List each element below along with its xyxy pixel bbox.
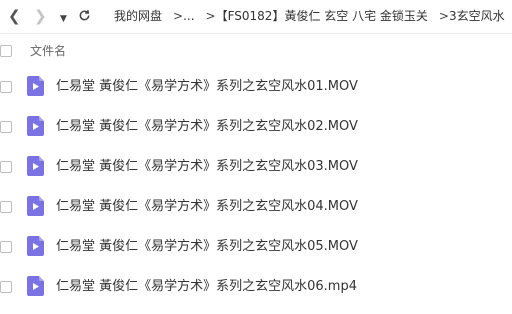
file-name[interactable]: 仁易堂 黃俊仁《易学方术》系列之玄空风水04.MOV bbox=[56, 199, 358, 215]
forward-icon[interactable]: ❯ bbox=[34, 8, 47, 24]
video-file-icon bbox=[27, 236, 44, 256]
file-name[interactable]: 仁易堂 黃俊仁《易学方术》系列之玄空风水05.MOV bbox=[56, 239, 358, 255]
history-dropdown-icon[interactable]: ▼ bbox=[60, 11, 67, 27]
back-icon[interactable]: ❮ bbox=[8, 8, 21, 24]
column-header-filename[interactable]: 文件名 bbox=[30, 43, 66, 59]
breadcrumb-item-current[interactable]: 3玄空风水 bbox=[449, 9, 505, 23]
breadcrumb-separator: > bbox=[438, 9, 449, 23]
file-name[interactable]: 仁易堂 黃俊仁《易学方术》系列之玄空风水02.MOV bbox=[56, 119, 358, 135]
file-checkbox[interactable] bbox=[0, 281, 12, 293]
video-file-icon bbox=[27, 116, 44, 136]
file-row[interactable]: 仁易堂 黃俊仁《易学方术》系列之玄空风水03.MOV bbox=[0, 147, 512, 187]
file-list-header: 文件名 bbox=[0, 38, 512, 64]
file-checkbox[interactable] bbox=[0, 121, 12, 133]
breadcrumb: 我的网盘 >... >【FS0182】黃俊仁 玄空 八宅 金锁玉关 >3玄空风水 bbox=[114, 8, 505, 24]
video-file-icon bbox=[27, 276, 44, 296]
file-checkbox[interactable] bbox=[0, 241, 12, 253]
file-row[interactable]: 仁易堂 黃俊仁《易学方术》系列之玄空风水01.MOV bbox=[0, 67, 512, 107]
toolbar: ❮ ❯ ▼ 我的网盘 >... >【FS0182】黃俊仁 玄空 八宅 金锁玉关 >3玄… bbox=[0, 0, 512, 34]
file-name[interactable]: 仁易堂 黃俊仁《易学方术》系列之玄空风水03.MOV bbox=[56, 159, 358, 175]
file-checkbox[interactable] bbox=[0, 81, 12, 93]
breadcrumb-item-root[interactable]: 我的网盘 bbox=[114, 9, 162, 23]
file-checkbox[interactable] bbox=[0, 161, 12, 173]
breadcrumb-separator: > bbox=[205, 9, 216, 23]
file-row[interactable]: 仁易堂 黃俊仁《易学方术》系列之玄空风水04.MOV bbox=[0, 187, 512, 227]
select-all-checkbox[interactable] bbox=[0, 45, 12, 57]
file-row[interactable]: 仁易堂 黃俊仁《易学方术》系列之玄空风水02.MOV bbox=[0, 107, 512, 147]
video-file-icon bbox=[27, 156, 44, 176]
file-name[interactable]: 仁易堂 黃俊仁《易学方术》系列之玄空风水01.MOV bbox=[56, 79, 358, 95]
breadcrumb-item-ellipsis[interactable]: ... bbox=[183, 9, 194, 23]
file-row[interactable]: 仁易堂 黃俊仁《易学方术》系列之玄空风水06.mp4 bbox=[0, 267, 512, 307]
video-file-icon bbox=[27, 196, 44, 216]
video-file-icon bbox=[27, 76, 44, 96]
breadcrumb-item-parent[interactable]: 【FS0182】黃俊仁 玄空 八宅 金锁玉关 bbox=[216, 9, 428, 23]
file-row[interactable]: 仁易堂 黃俊仁《易学方术》系列之玄空风水05.MOV bbox=[0, 227, 512, 267]
breadcrumb-separator: > bbox=[173, 9, 184, 23]
refresh-icon[interactable] bbox=[78, 9, 91, 22]
file-checkbox[interactable] bbox=[0, 201, 12, 213]
file-name[interactable]: 仁易堂 黃俊仁《易学方术》系列之玄空风水06.mp4 bbox=[56, 279, 357, 295]
